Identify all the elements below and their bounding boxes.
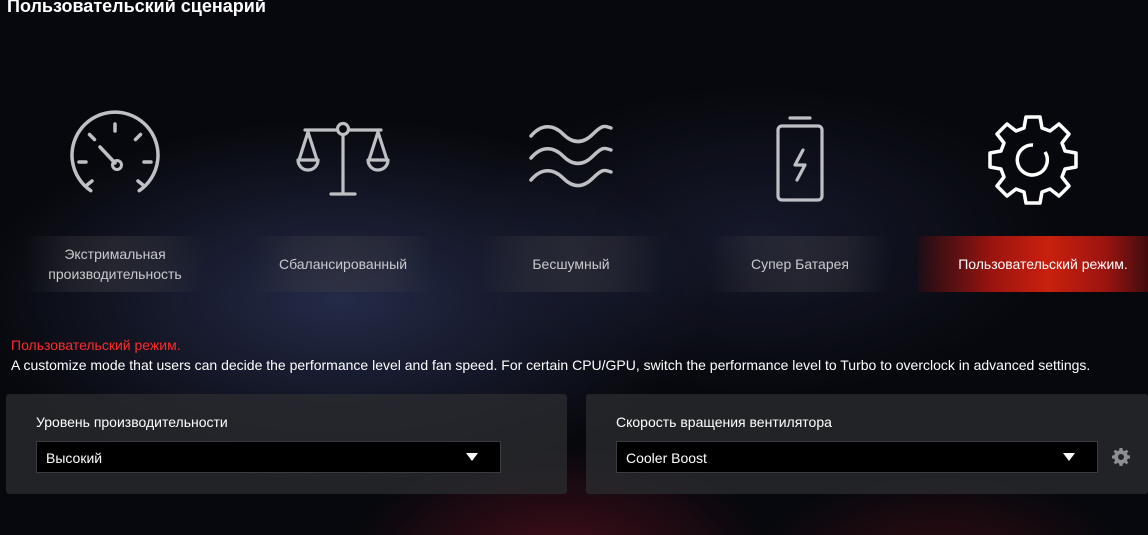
mode-label: Пользовательский режим. bbox=[918, 236, 1148, 292]
mode-balanced[interactable]: Сбалансированный bbox=[228, 110, 458, 292]
fan-speed-panel: Скорость вращения вентилятора Cooler Boo… bbox=[586, 394, 1148, 494]
performance-level-select[interactable]: Высокий bbox=[36, 441, 501, 473]
speedometer-icon bbox=[65, 110, 165, 210]
mode-label: Супер Батарея bbox=[709, 236, 891, 292]
fan-speed-label: Скорость вращения вентилятора bbox=[616, 414, 832, 430]
description-text: A customize mode that users can decide t… bbox=[11, 357, 1091, 373]
page-title: Пользовательский сценарий bbox=[7, 0, 266, 16]
mode-label: Экстримальная производительность bbox=[24, 236, 206, 292]
gear-icon bbox=[983, 110, 1083, 210]
chevron-down-icon bbox=[1063, 453, 1075, 461]
fan-speed-select[interactable]: Cooler Boost bbox=[616, 441, 1098, 473]
mode-silent[interactable]: Бесшумный bbox=[456, 110, 686, 292]
fan-settings-button[interactable] bbox=[1111, 447, 1131, 467]
mode-user[interactable]: Пользовательский режим. bbox=[918, 110, 1148, 292]
fan-speed-value: Cooler Boost bbox=[626, 450, 707, 466]
battery-icon bbox=[750, 110, 850, 210]
waves-icon bbox=[521, 110, 621, 210]
mode-label: Бесшумный bbox=[480, 236, 662, 292]
scales-icon bbox=[293, 110, 393, 210]
chevron-down-icon bbox=[466, 453, 478, 461]
performance-label: Уровень производительности bbox=[36, 414, 228, 430]
mode-label: Сбалансированный bbox=[252, 236, 434, 292]
mode-extreme-performance[interactable]: Экстримальная производительность bbox=[0, 110, 230, 292]
performance-level-value: Высокий bbox=[46, 450, 103, 466]
description-title: Пользовательский режим. bbox=[11, 337, 181, 353]
mode-super-battery[interactable]: Супер Батарея bbox=[685, 110, 915, 292]
performance-panel: Уровень производительности Высокий bbox=[6, 394, 567, 494]
gear-icon bbox=[1112, 448, 1130, 466]
